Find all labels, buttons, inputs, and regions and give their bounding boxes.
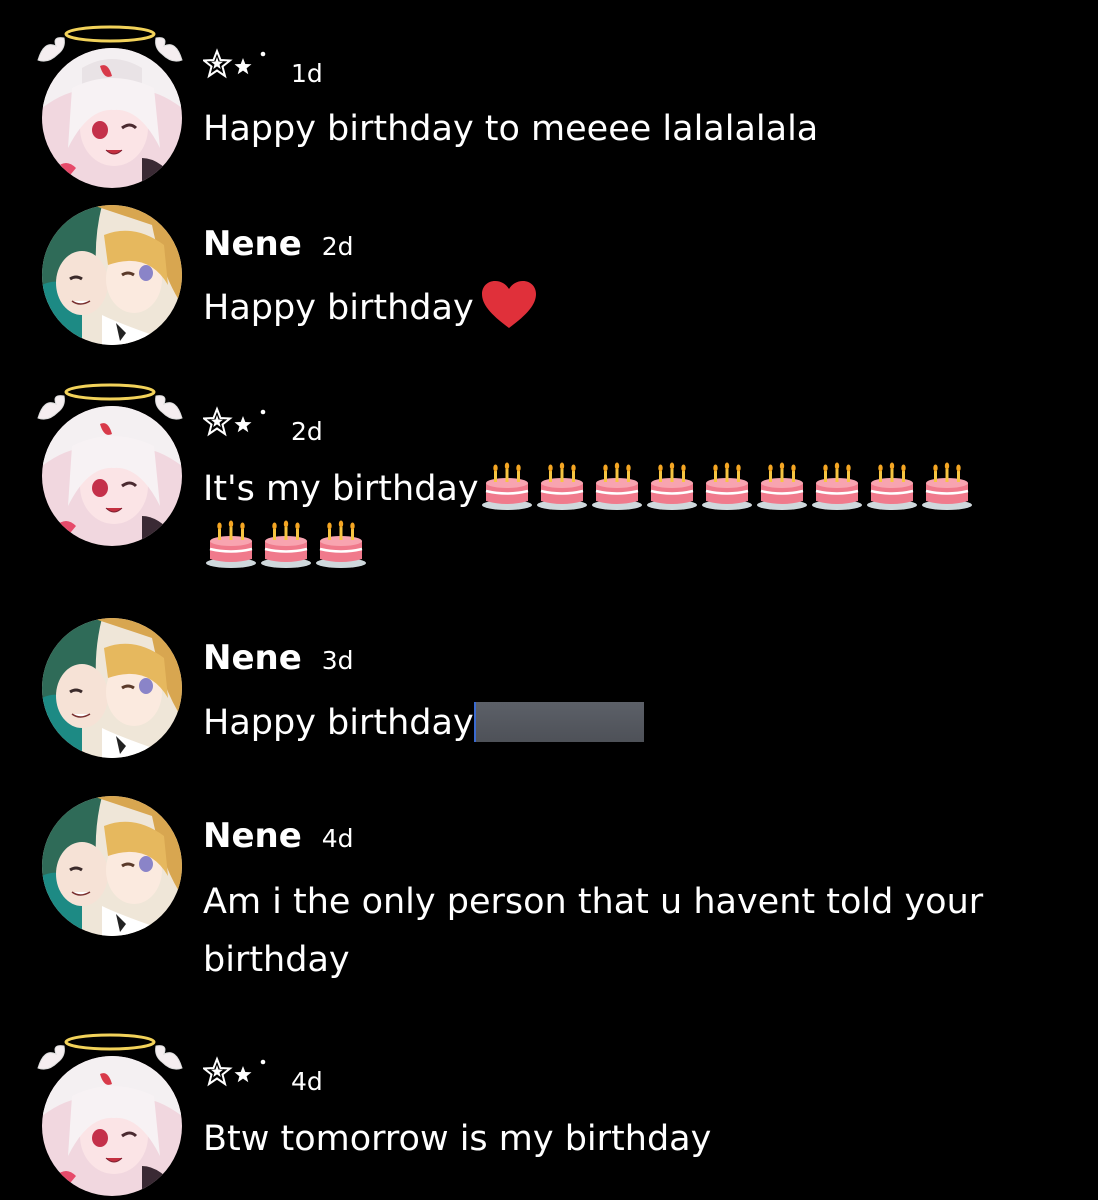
- author-stars-name[interactable]: [203, 1056, 271, 1090]
- angel-avatar[interactable]: [30, 22, 190, 192]
- comment-text: Am i the only person that u havent told …: [203, 882, 984, 980]
- comment-timestamp: 2d: [291, 417, 323, 446]
- red-heart-icon: [481, 281, 536, 328]
- birthday-cake-icon: [590, 461, 644, 511]
- star-icon: [203, 1056, 266, 1087]
- comment-text: Btw tomorrow is my birthday: [203, 1119, 712, 1159]
- author-name[interactable]: Nene: [203, 816, 302, 856]
- birthday-cake-icon: [645, 461, 699, 511]
- comment-body: Happy birthday: [203, 279, 1023, 337]
- comment-header: Nene 2d: [203, 224, 354, 264]
- comment-header: 4d: [203, 1056, 323, 1096]
- comment-header: 2d: [203, 406, 323, 446]
- comment-header: Nene 4d: [203, 816, 354, 856]
- angel-avatar[interactable]: [30, 1030, 190, 1200]
- birthday-cake-icon: [480, 461, 534, 511]
- comment-timestamp: 3d: [321, 646, 354, 675]
- comment-text: Happy birthday to meeee lalalalala: [203, 109, 819, 149]
- comment-timestamp: 2d: [321, 232, 354, 261]
- birthday-cake-icon: [865, 461, 919, 511]
- birthday-cake-icon: [535, 461, 589, 511]
- birthday-cake-icon: [700, 461, 754, 511]
- author-name[interactable]: Nene: [203, 224, 302, 264]
- star-icon: [203, 48, 266, 79]
- comment-timestamp: 4d: [291, 1067, 323, 1096]
- birthday-cake-icon: [810, 461, 864, 511]
- comment-body: Happy birthday: [203, 694, 1023, 752]
- star-icon: [203, 406, 266, 437]
- birthday-cake-icon: [259, 519, 313, 569]
- comment-timestamp: 4d: [321, 824, 354, 853]
- birthday-cake-icon: [204, 519, 258, 569]
- author-stars-name[interactable]: [203, 48, 271, 82]
- author-stars-name[interactable]: [203, 406, 271, 440]
- comment-header: Nene 3d: [203, 638, 354, 678]
- birthday-cake-icon: [920, 461, 974, 511]
- author-name[interactable]: Nene: [203, 638, 302, 678]
- birthday-cake-icon: [755, 461, 809, 511]
- comment-timestamp: 1d: [291, 59, 323, 88]
- comment-header: 1d: [203, 48, 323, 88]
- redaction-box: [473, 702, 644, 742]
- birthday-cake-icon: [314, 519, 368, 569]
- comment-body: It's my birthday: [203, 460, 1023, 576]
- avatar-image: [42, 1056, 182, 1196]
- comment-text: It's my birthday: [203, 469, 479, 509]
- angel-avatar[interactable]: [30, 380, 190, 550]
- nene-avatar[interactable]: [42, 205, 182, 345]
- comment-text: Happy birthday: [203, 703, 474, 743]
- avatar-image: [42, 406, 182, 546]
- nene-avatar[interactable]: [42, 618, 182, 758]
- comment-text: Happy birthday: [203, 288, 474, 328]
- nene-avatar[interactable]: [42, 796, 182, 936]
- avatar-image: [42, 48, 182, 188]
